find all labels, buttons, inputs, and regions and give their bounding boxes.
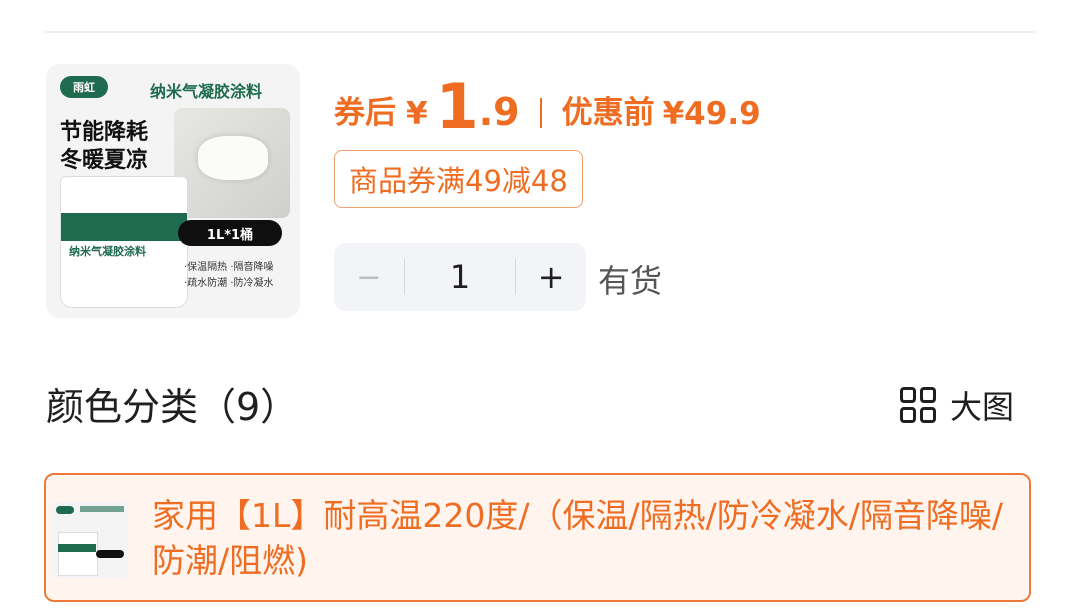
currency-symbol: ¥: [406, 96, 428, 132]
original-price: ¥49.9: [662, 96, 761, 132]
quantity-input[interactable]: 1: [405, 258, 515, 296]
brand-logo: 雨虹: [60, 76, 108, 98]
price-separator: [539, 98, 542, 128]
large-image-toggle[interactable]: 大图: [900, 383, 1014, 427]
price-integer: 1: [435, 70, 479, 143]
stock-status: 有货: [598, 262, 663, 300]
bucket-label: 纳米气凝胶涂料: [69, 245, 146, 258]
product-image[interactable]: 雨虹 纳米气凝胶涂料 节能降耗 冬暖夏凉 纳米气凝胶涂料 1L*1桶 ·保温隔热…: [46, 64, 300, 318]
decrease-button[interactable]: −: [334, 260, 404, 295]
variant-label: 家用【1L】耐高温220度/（保温/隔热/防冷凝水/隔音降噪/防潮/阻燃): [152, 496, 1003, 580]
coupon-tag[interactable]: 商品券满49减48: [334, 150, 583, 208]
price-decimal: .9: [478, 90, 520, 134]
original-price-label: 优惠前: [561, 95, 655, 131]
variant-thumbnail: [52, 502, 128, 578]
product-image-title-2: 冬暖夏凉: [60, 148, 149, 173]
features-line-1: ·保温隔热 ·隔音降噪: [184, 262, 274, 273]
paint-photo: [174, 108, 290, 218]
top-divider: [45, 31, 1035, 33]
paint-bucket: 纳米气凝胶涂料: [60, 176, 188, 308]
quantity-stepper: − 1 +: [334, 243, 586, 311]
grid-icon: [900, 387, 936, 423]
variant-option-selected[interactable]: 家用【1L】耐高温220度/（保温/隔热/防冷凝水/隔音降噪/防潮/阻燃): [44, 473, 1031, 602]
product-image-header: 纳米气凝胶涂料: [150, 82, 263, 101]
bucket-band: [61, 213, 187, 241]
size-pill: 1L*1桶: [178, 220, 282, 246]
features-line-2: ·疏水防潮 ·防冷凝水: [184, 278, 274, 289]
large-image-label: 大图: [950, 388, 1015, 426]
increase-button[interactable]: +: [516, 258, 586, 296]
price-row: 券后 ¥ 1 .9 优惠前 ¥49.9: [334, 64, 761, 144]
coupon-price-label: 券后: [334, 95, 396, 131]
product-features: ·保温隔热 ·隔音降噪 ·疏水防潮 ·防冷凝水: [184, 260, 274, 292]
section-title: 颜色分类（9）: [46, 385, 299, 429]
